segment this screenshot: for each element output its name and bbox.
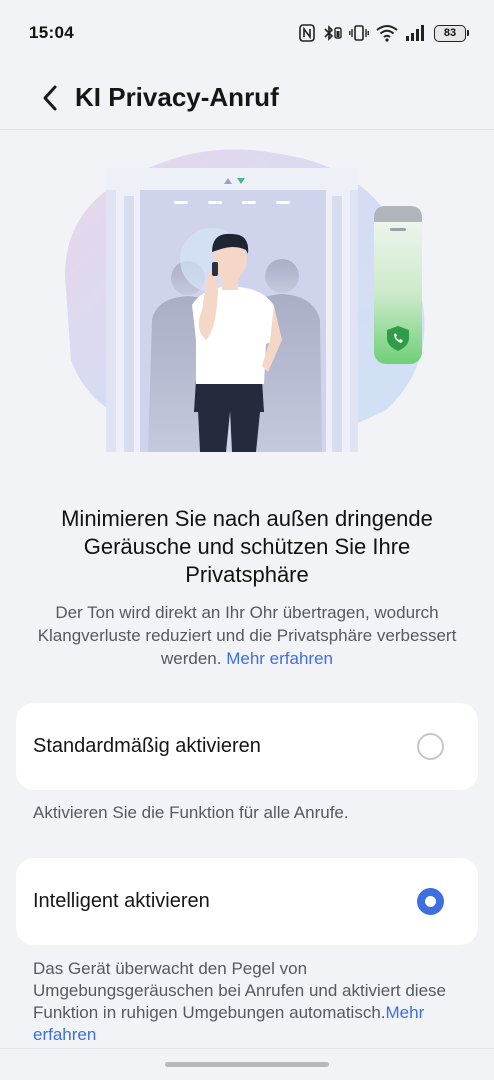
chevron-left-icon <box>43 85 57 110</box>
nfc-icon <box>299 24 315 42</box>
learn-more-link[interactable]: Mehr erfahren <box>226 649 333 668</box>
status-time: 15:04 <box>29 23 74 42</box>
privacy-call-illustration <box>65 149 425 452</box>
option-label: Intelligent aktivieren <box>33 890 210 912</box>
feature-headline: Minimieren Sie nach außen dringende Gerä… <box>61 506 433 587</box>
feature-description: Der Ton wird direkt an Ihr Ohr übertrage… <box>24 601 470 670</box>
wifi-icon <box>376 25 398 42</box>
battery-icon: 83 <box>434 24 469 42</box>
option-description: Das Gerät überwacht den Pegel von Umgebu… <box>33 958 463 1046</box>
option-label: Standardmäßig aktivieren <box>33 735 261 757</box>
option-description-text: Das Gerät überwacht den Pegel von Umgebu… <box>33 959 446 1022</box>
option-description: Aktivieren Sie die Funktion für alle Anr… <box>33 803 349 822</box>
bluetooth-icon <box>324 25 342 41</box>
option-smart-activate[interactable]: Intelligent aktivieren <box>16 858 478 945</box>
radio-button-selected[interactable] <box>417 888 444 915</box>
status-icons: 83 <box>299 24 469 42</box>
signal-icon <box>406 25 424 41</box>
radio-button-unselected[interactable] <box>417 733 444 760</box>
app-header: KI Privacy-Anruf <box>0 66 494 130</box>
vibrate-icon <box>349 25 369 41</box>
back-button[interactable] <box>32 80 68 116</box>
page-title: KI Privacy-Anruf <box>75 82 279 112</box>
divider <box>0 1048 494 1049</box>
option-default-activate[interactable]: Standardmäßig aktivieren <box>16 703 478 790</box>
home-indicator[interactable] <box>165 1062 329 1067</box>
status-bar: 15:04 83 <box>0 0 494 66</box>
